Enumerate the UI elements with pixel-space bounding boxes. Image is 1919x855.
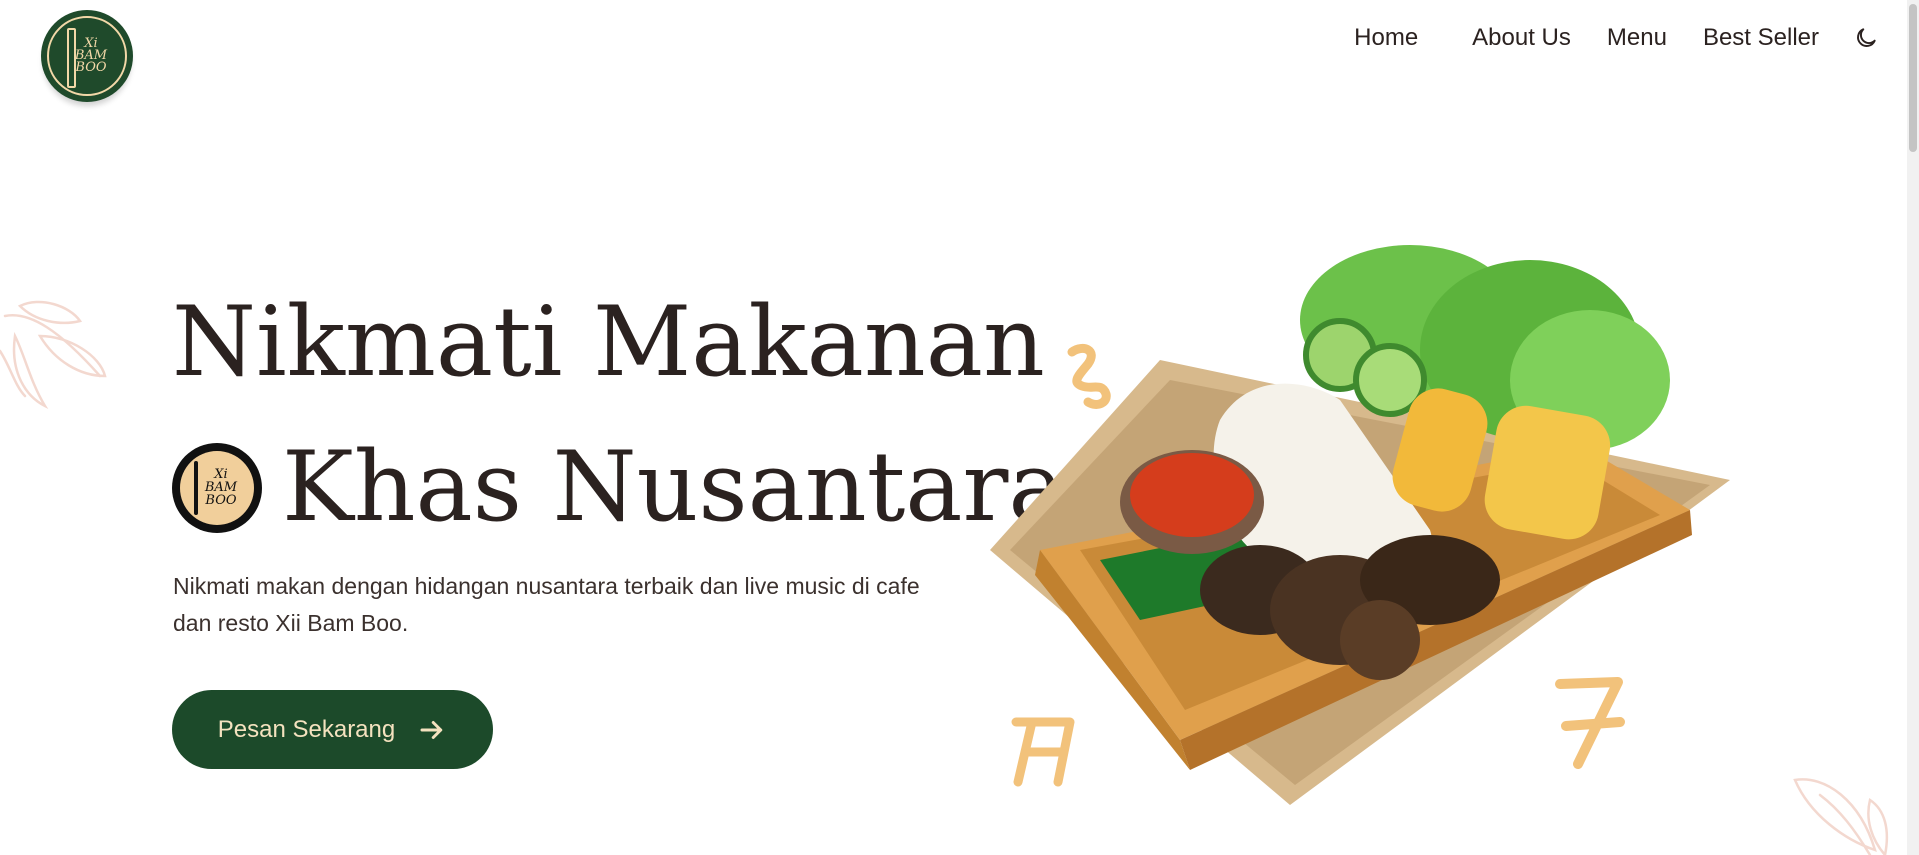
main-nav: Home About Us Menu Best Seller <box>1354 24 1879 52</box>
brand-logo-text: Xi BAM BOO <box>74 36 108 75</box>
nav-about-us[interactable]: About Us <box>1472 24 1571 52</box>
nav-home[interactable]: Home <box>1354 24 1418 52</box>
scrollbar-thumb[interactable] <box>1909 4 1917 152</box>
order-now-label: Pesan Sekarang <box>217 715 396 743</box>
brand-logo[interactable]: Xi BAM BOO <box>41 10 133 102</box>
bamboo-logo-icon: Xi BAM BOO <box>172 442 262 533</box>
hero-description: Nikmati makan dengan hidangan nusantara … <box>173 573 920 636</box>
order-now-button[interactable]: Pesan Sekarang <box>172 690 493 769</box>
brand-logo-ring: Xi BAM BOO <box>47 16 127 96</box>
hero-title-line-1: Nikmati Makanan <box>172 286 1045 398</box>
food-plate-image <box>990 245 1730 805</box>
leaf-decoration-right <box>1793 778 1889 855</box>
hero-title-line-2: Xi BAM BOO Khas Nusantara <box>172 415 1066 560</box>
arrow-right-icon <box>420 720 443 739</box>
nav-menu[interactable]: Menu <box>1607 24 1667 52</box>
hero-title-line-2-text: Khas Nusantara <box>282 431 1066 543</box>
hero-title: Nikmati Makanan Xi BAM BOO Khas Nusantara <box>172 270 1066 560</box>
bamboo-icon <box>67 28 76 88</box>
moon-icon[interactable] <box>1853 25 1879 51</box>
leaf-decoration-left <box>0 300 107 410</box>
page-scrollbar[interactable] <box>1907 0 1919 855</box>
nav-best-seller[interactable]: Best Seller <box>1703 24 1819 52</box>
